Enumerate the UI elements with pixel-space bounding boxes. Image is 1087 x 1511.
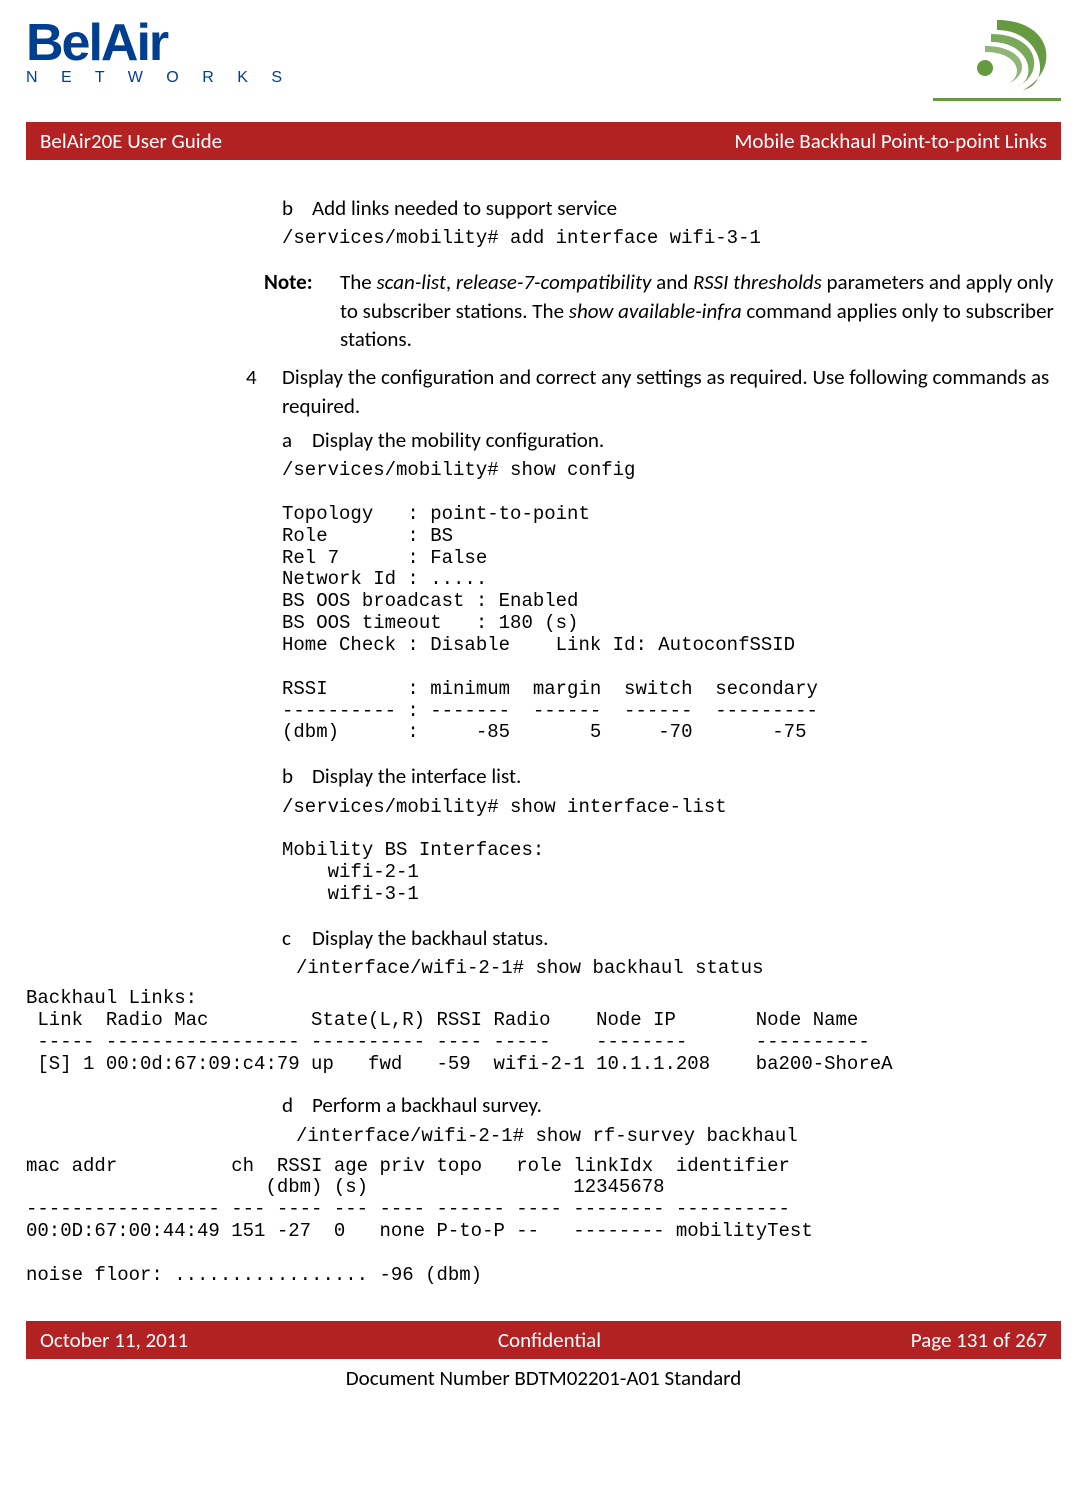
step-b-text: Add links needed to support service [312,194,617,222]
cmd-rf-survey: /interface/wifi-2-1# show rf-survey back… [296,1126,1061,1148]
step4-row: 4 Display the configuration and correct … [246,363,1061,420]
note-i4: show available-infra [569,298,742,324]
step4b-text: Display the interface list. [312,762,521,790]
header-row: BelAir N E T W O R K S [26,20,1061,106]
step4-marker: 4 [246,363,282,420]
note-body: The scan-list, release-7-compatibility a… [340,268,1061,353]
title-banner: BelAir20E User Guide Mobile Backhaul Poi… [26,122,1061,160]
step4a-row: a Display the mobility configuration. [282,426,1061,454]
note-i2: release-7-compatibility [456,269,652,295]
note-row: Note: The scan-list, release-7-compatibi… [264,268,1061,353]
step4-text: Display the configuration and correct an… [282,363,1061,420]
step4a-text: Display the mobility configuration. [312,426,604,454]
logo-main: BelAir [26,20,291,67]
footer-banner: October 11, 2011 Confidential Page 131 o… [26,1321,1061,1359]
logo-sub: N E T W O R K S [26,69,291,87]
step4c-text: Display the backhaul status. [312,924,548,952]
step4b-marker: b [282,762,312,790]
step-b-marker: b [282,194,312,222]
cmd-backhaul-status: /interface/wifi-2-1# show backhaul statu… [296,958,1061,980]
footer-right: Page 131 of 267 [911,1327,1047,1353]
banner-right: Mobile Backhaul Point-to-point Links [734,128,1047,154]
step4d-row: d Perform a backhaul survey. [282,1091,1061,1119]
note-t1: The [340,269,376,295]
step4c-row: c Display the backhaul status. [282,924,1061,952]
note-t-comma: , [446,269,456,295]
note-i3: RSSI thresholds [693,269,822,295]
step4c-marker: c [282,924,312,952]
block-rf-survey: mac addr ch RSSI age priv topo role link… [26,1156,1061,1287]
note-label: Note: [264,268,330,353]
banner-left: BelAir20E User Guide [40,128,222,154]
block-backhaul-links: Backhaul Links: Link Radio Mac State(L,R… [26,988,1061,1075]
step-b-row: b Add links needed to support service [282,194,1061,222]
swirl-icon [933,20,1061,106]
footer-left: October 11, 2011 [40,1327,188,1353]
footer-center: Confidential [498,1327,601,1353]
step4d-marker: d [282,1091,312,1119]
cmd-add-interface: /services/mobility# add interface wifi-3… [282,228,1061,250]
block-show-config: /services/mobility# show config Topology… [282,460,1061,744]
step4d-text: Perform a backhaul survey. [312,1091,542,1119]
note-i1: scan-list [376,269,445,295]
block-interface-list: /services/mobility# show interface-list … [282,797,1061,906]
step4a-marker: a [282,426,312,454]
step4b-row: b Display the interface list. [282,762,1061,790]
document-number: Document Number BDTM02201-A01 Standard [26,1365,1061,1391]
note-t-and: and [651,269,693,295]
logo: BelAir N E T W O R K S [26,20,291,87]
